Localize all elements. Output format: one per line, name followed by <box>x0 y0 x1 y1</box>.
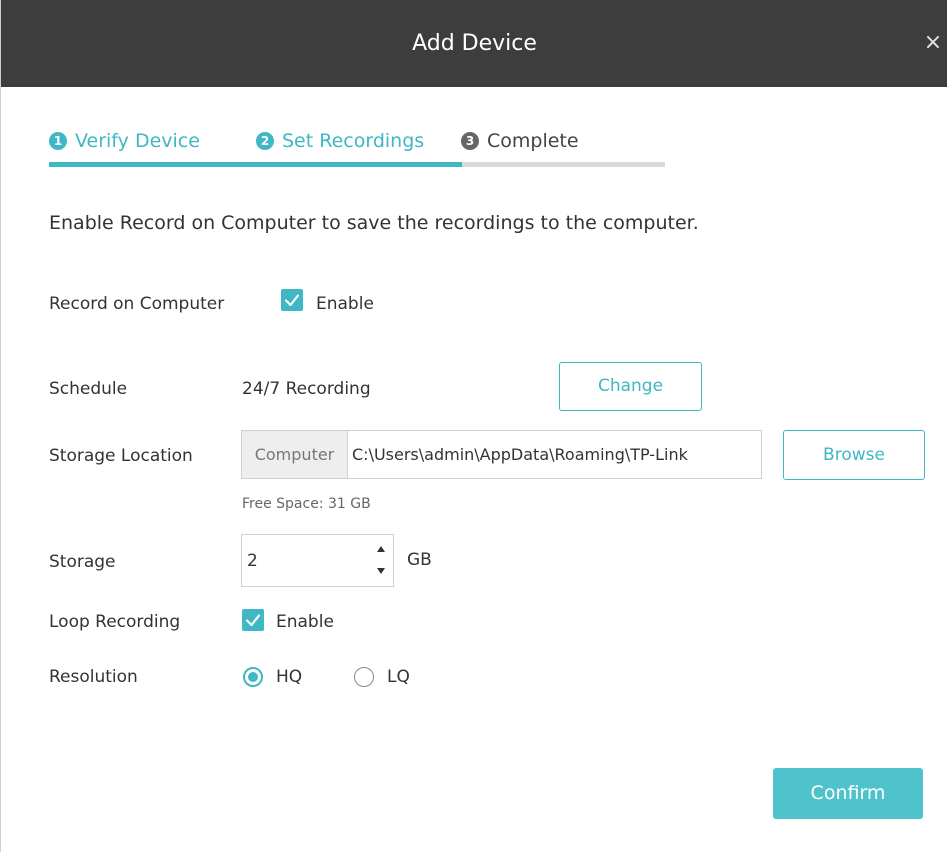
record-on-computer-checkbox[interactable] <box>281 289 303 311</box>
checkmark-icon <box>284 294 300 307</box>
step-number-1: 1 <box>49 132 67 150</box>
storage-unit: GB <box>407 550 432 570</box>
loop-recording-checkbox[interactable] <box>242 609 264 631</box>
free-space-text: Free Space: 31 GB <box>242 496 371 512</box>
step-progress-track <box>49 162 665 167</box>
storage-path-input[interactable] <box>348 431 761 478</box>
storage-label: Storage <box>49 552 116 572</box>
resolution-label: Resolution <box>49 667 138 687</box>
record-on-computer-label: Record on Computer <box>49 294 225 314</box>
storage-quantity-stepper <box>241 534 394 587</box>
checkmark-icon <box>245 614 261 627</box>
triangle-up-icon[interactable] <box>373 539 389 559</box>
schedule-label: Schedule <box>49 379 128 399</box>
triangle-down-icon[interactable] <box>373 561 389 581</box>
step-number-3: 3 <box>461 132 479 150</box>
step-label: Complete <box>487 130 579 152</box>
record-on-computer-enable-label: Enable <box>316 294 374 314</box>
change-schedule-button[interactable]: Change <box>559 362 702 411</box>
step-verify-device: 1 Verify Device <box>49 128 200 154</box>
dialog-title: Add Device <box>412 31 537 56</box>
resolution-lq-label: LQ <box>387 667 410 687</box>
step-label: Set Recordings <box>282 130 425 152</box>
schedule-value: 24/7 Recording <box>242 379 371 399</box>
step-complete: 3 Complete <box>461 128 579 154</box>
storage-input[interactable] <box>242 535 370 586</box>
close-icon[interactable]: × <box>920 30 946 56</box>
resolution-hq-label: HQ <box>276 667 303 687</box>
resolution-lq-radio[interactable] <box>354 667 374 687</box>
confirm-button[interactable]: Confirm <box>773 768 923 819</box>
loop-recording-label: Loop Recording <box>49 612 181 632</box>
browse-button[interactable]: Browse <box>783 430 925 480</box>
resolution-hq-radio[interactable] <box>243 667 263 687</box>
step-progress-fill <box>49 162 462 167</box>
step-label: Verify Device <box>75 130 200 152</box>
step-number-2: 2 <box>256 132 274 150</box>
storage-location-label: Storage Location <box>49 446 193 466</box>
title-bar: Add Device × <box>1 0 947 87</box>
storage-path-field: Computer <box>241 430 762 479</box>
step-set-recordings: 2 Set Recordings <box>256 128 424 154</box>
loop-recording-enable-label: Enable <box>276 612 334 632</box>
storage-path-prefix: Computer <box>242 431 348 478</box>
description-text: Enable Record on Computer to save the re… <box>49 212 699 234</box>
add-device-dialog: Add Device × 1 Verify Device 2 Set Recordi… <box>0 0 947 852</box>
